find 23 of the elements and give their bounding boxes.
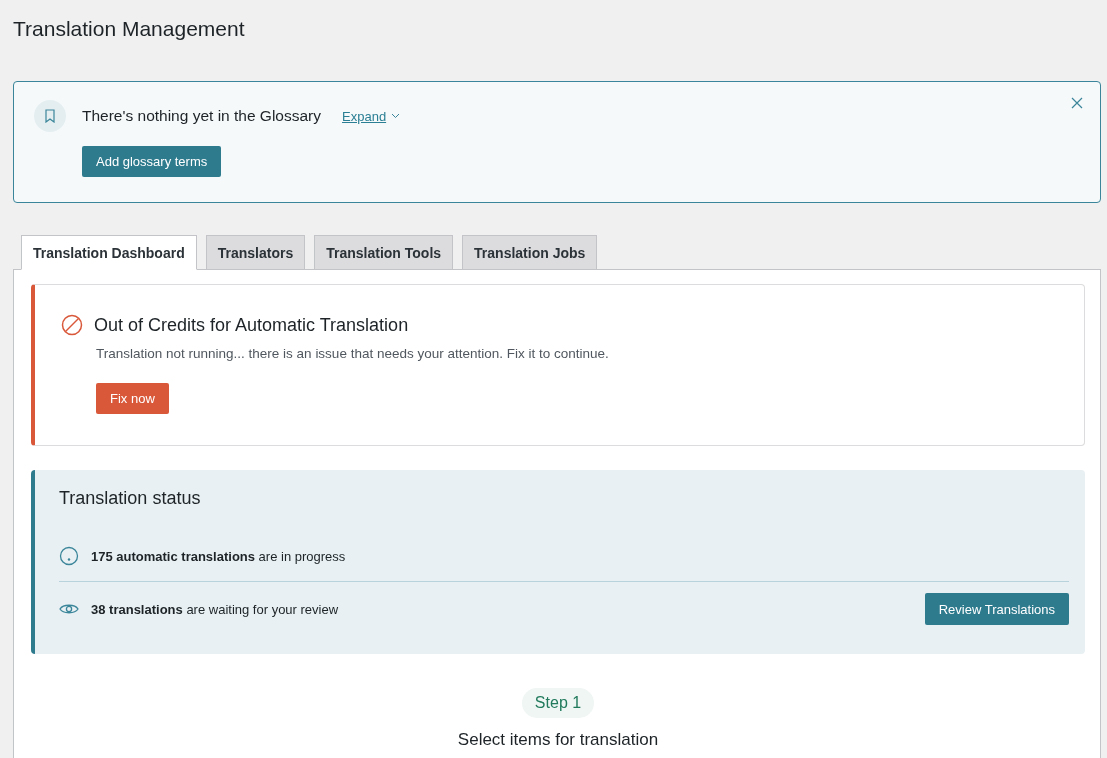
alert-message: Translation not running... there is an issue that needs your attention. Fix it to continue. xyxy=(96,346,610,361)
review-translations-button[interactable]: Review Translations xyxy=(924,593,1069,625)
close-icon[interactable] xyxy=(1071,97,1083,109)
caret-icon xyxy=(391,113,401,119)
progress-icon xyxy=(59,546,79,566)
tab[interactable]: Translation Dashboard xyxy=(21,235,197,270)
fix-now-button[interactable]: Fix now xyxy=(96,383,169,414)
status-title: Translation status xyxy=(59,488,202,509)
tab[interactable]: Translation Jobs xyxy=(462,235,598,270)
tab[interactable]: Translation Tools xyxy=(314,235,454,270)
status-text: 175 automatic translations are in progress xyxy=(91,548,347,564)
tab[interactable]: Translators xyxy=(205,235,306,270)
page-title: Translation Management xyxy=(13,16,246,42)
alert-title: Out of Credits for Automatic Translation xyxy=(94,314,409,336)
notice-message: There's nothing yet in the Glossary xyxy=(82,107,322,125)
step-title: Select items for translation xyxy=(457,730,659,750)
bookmark-icon xyxy=(34,100,66,132)
eye-icon xyxy=(59,602,79,616)
expand-link[interactable]: Expand xyxy=(342,108,401,124)
step-badge: Step 1 xyxy=(521,688,595,718)
add-glossary-terms-button[interactable]: Add glossary terms xyxy=(82,146,222,177)
prohibited-icon xyxy=(61,314,83,336)
status-text: 38 translations are waiting for your review xyxy=(91,601,340,617)
